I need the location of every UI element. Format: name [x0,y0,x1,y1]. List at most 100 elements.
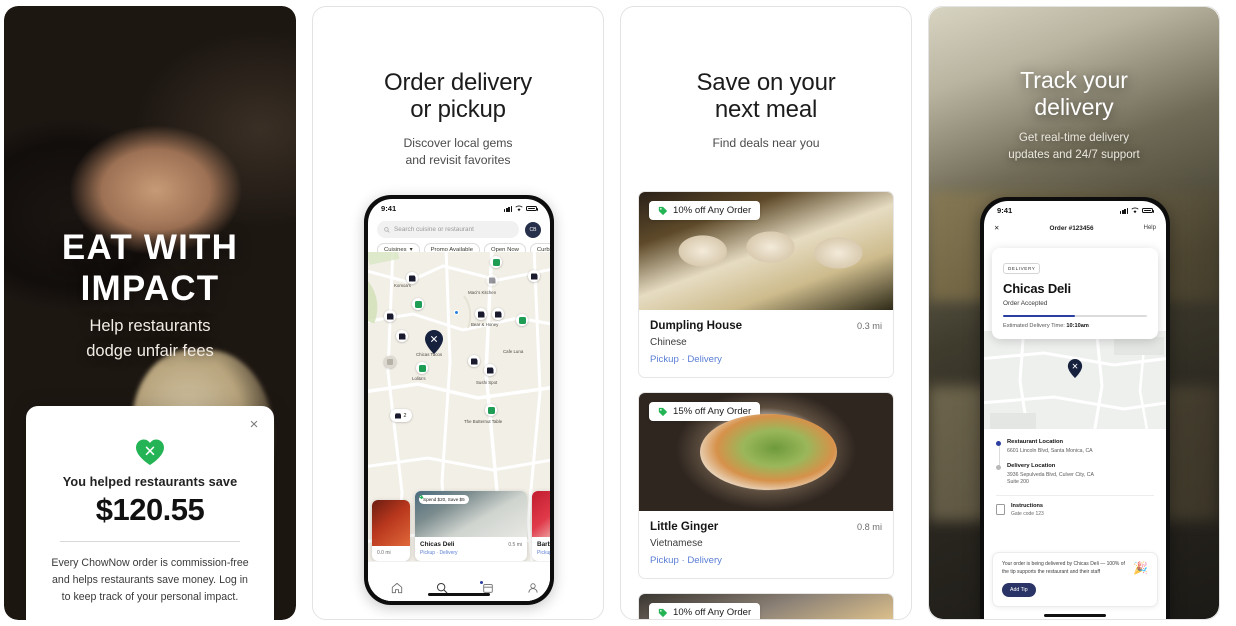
deal-distance: 0.8 mi [856,522,882,532]
map-pin-shop[interactable] [528,270,540,282]
restaurant-thumbnail: Spend $20, Save $5 [415,491,527,537]
deal-thumbnail: 10% off Any Order [639,192,893,310]
restaurant-card[interactable]: 0.0 mi [372,500,410,561]
avatar[interactable]: CB [525,221,541,238]
map-label: Komoa's [394,283,411,288]
deal-title-row: Little Ginger 0.8 mi [650,520,882,533]
cluster-count: 2 [403,412,407,419]
map-pin-park[interactable] [516,314,528,326]
status-time: 9:41 [997,206,1013,215]
restaurant-thumbnail [372,500,410,546]
location-address: 6601 Lincoln Blvd, Santa Monica, CA [1007,447,1093,454]
map-view[interactable]: 2 Komoa's Maci's Kitchen Bear & Honey Ca… [368,252,550,601]
wifi-icon [1131,207,1139,214]
map-pin-park[interactable] [412,298,424,310]
location-label: Delivery Location [1007,463,1056,470]
order-restaurant-name: Chicas Deli [1003,281,1071,296]
map-pin-shop-muted[interactable] [486,274,498,286]
map-pin-park[interactable] [490,256,502,268]
map-pin-park[interactable] [416,362,428,374]
panel4-title: Track your delivery [1020,67,1128,121]
deal-badge-text: 10% off Any Order [673,205,752,216]
panel1-subheadline-text: Help restaurants dodge unfair fees [86,317,214,360]
phone-screen: 9:41 ✕ Order #123456 Help DELIVERY Chica… [984,201,1166,619]
location-timeline: Restaurant Location 6601 Lincoln Blvd, S… [996,439,1154,487]
note-icon [996,503,1005,515]
map-pin-shop[interactable] [384,310,396,322]
bottom-tab-bar [368,561,550,601]
map-label: Lolita's [412,376,426,381]
impact-card: × You helped restaurants save $120.55 Ev… [26,406,274,620]
status-bar: 9:41 [368,199,550,218]
deal-card-little-ginger[interactable]: 15% off Any Order Little Ginger 0.8 mi V… [638,392,894,579]
panel-save-on-your-next-meal: Save on your next meal Find deals near yo… [620,6,912,620]
restaurant-name: Barbe [537,541,550,548]
map-pin-shop[interactable] [475,308,487,320]
restaurant-card-chicas-deli[interactable]: Spend $20, Save $5 Chicas Deli 0.5 mi Pi… [415,491,527,561]
deal-info: Little Ginger 0.8 mi Vietnamese Pickup ·… [639,511,893,578]
deal-badge-text: 10% off Any Order [673,607,752,618]
restaurant-info: Barbe Pickup [532,537,550,561]
deal-card-dumpling-house[interactable]: 10% off Any Order Dumpling House 0.3 mi … [638,191,894,378]
search-row: Search cuisine or restaurant CB [368,218,550,243]
panel1-subheadline: Help restaurants dodge unfair fees [4,314,296,364]
tip-card-body: Your order is being delivered by Chicas … [1002,561,1127,597]
confetti-icon: 🎉 [1133,561,1148,575]
close-icon[interactable]: × [247,417,261,432]
eta-row: Estimated Delivery Time: 10:10am [1003,323,1147,329]
deal-distance: 0.3 mi [856,321,882,331]
restaurant-location-pin [1067,359,1083,378]
restaurant-card-carousel[interactable]: 0.0 mi Spend $20, Save $5 Chicas Deli 0.… [368,491,550,561]
deal-title-row: Dumpling House 0.3 mi [650,319,882,332]
impact-card-label: You helped restaurants save [62,475,238,489]
timeline-dot [996,465,1001,471]
divider [996,494,1154,496]
map-pin-park[interactable] [485,404,497,416]
panel1-headline-text: EAT WITH IMPACT [61,228,239,308]
panel3-subtitle: Find deals near you [712,135,820,150]
map-label: Sushi Spot [476,380,498,385]
map-label: The Butternut Table [464,419,503,424]
map-pin-shop[interactable] [492,308,504,320]
promo-badge: Spend $20, Save $5 [419,495,469,504]
restaurant-title-row: Chicas Deli 0.5 mi [420,541,522,548]
status-indicators [1120,207,1155,214]
restaurant-card[interactable]: Barbe Pickup [532,491,550,561]
map-cluster-badge[interactable]: 2 [390,409,412,422]
map-pin-shop[interactable] [468,355,480,367]
location-delivery: Delivery Location 3936 Sepulveda Blvd, C… [996,463,1154,487]
order-status-sheet: DELIVERY Chicas Deli Order Accepted Esti… [992,248,1158,340]
tag-icon [658,608,668,617]
battery-icon [526,205,539,212]
search-input[interactable]: Search cuisine or restaurant [377,221,519,238]
tag-icon [419,495,424,500]
deal-badge: 10% off Any Order [649,201,761,220]
tag-icon [658,407,668,416]
restaurant-thumbnail [532,491,550,537]
battery-icon [1142,207,1155,214]
order-nav-bar: ✕ Order #123456 Help [984,220,1166,239]
instructions-body: Instructions Gate code 123 [1011,503,1044,517]
wifi-icon [515,205,523,212]
map-pin-muted[interactable] [384,356,396,368]
tracking-map[interactable] [984,331,1166,441]
eta-value: 10:10am [1066,323,1089,330]
order-progress-bar [1003,315,1147,318]
map-pin-shop[interactable] [396,330,408,342]
phone-mockup-discover: 9:41 Search cuisine or restaurant CB Cui… [364,195,554,605]
timeline-dot-active [996,441,1001,447]
map-label: Maci's Kitchen [468,290,497,295]
selected-location-pin[interactable] [425,330,443,354]
panel-track-your-delivery: Track your delivery Get real-time deliver… [928,6,1220,620]
deal-card-partial[interactable]: 10% off Any Order [638,593,894,619]
close-icon[interactable]: ✕ [994,224,999,232]
deal-thumbnail: 10% off Any Order [639,594,893,619]
phone-mockup-tracking: 9:41 ✕ Order #123456 Help DELIVERY Chica… [980,197,1170,619]
restaurant-info: 0.0 mi [372,546,410,561]
panel2-subtitle: Discover local gems and revisit favorites [403,135,513,168]
deal-list: 10% off Any Order Dumpling House 0.3 mi … [638,191,894,619]
help-link[interactable]: Help [1144,225,1156,231]
add-tip-button[interactable]: Add Tip [1002,583,1036,597]
deal-cuisine: Vietnamese [650,538,703,549]
map-pin-shop[interactable] [484,364,496,376]
